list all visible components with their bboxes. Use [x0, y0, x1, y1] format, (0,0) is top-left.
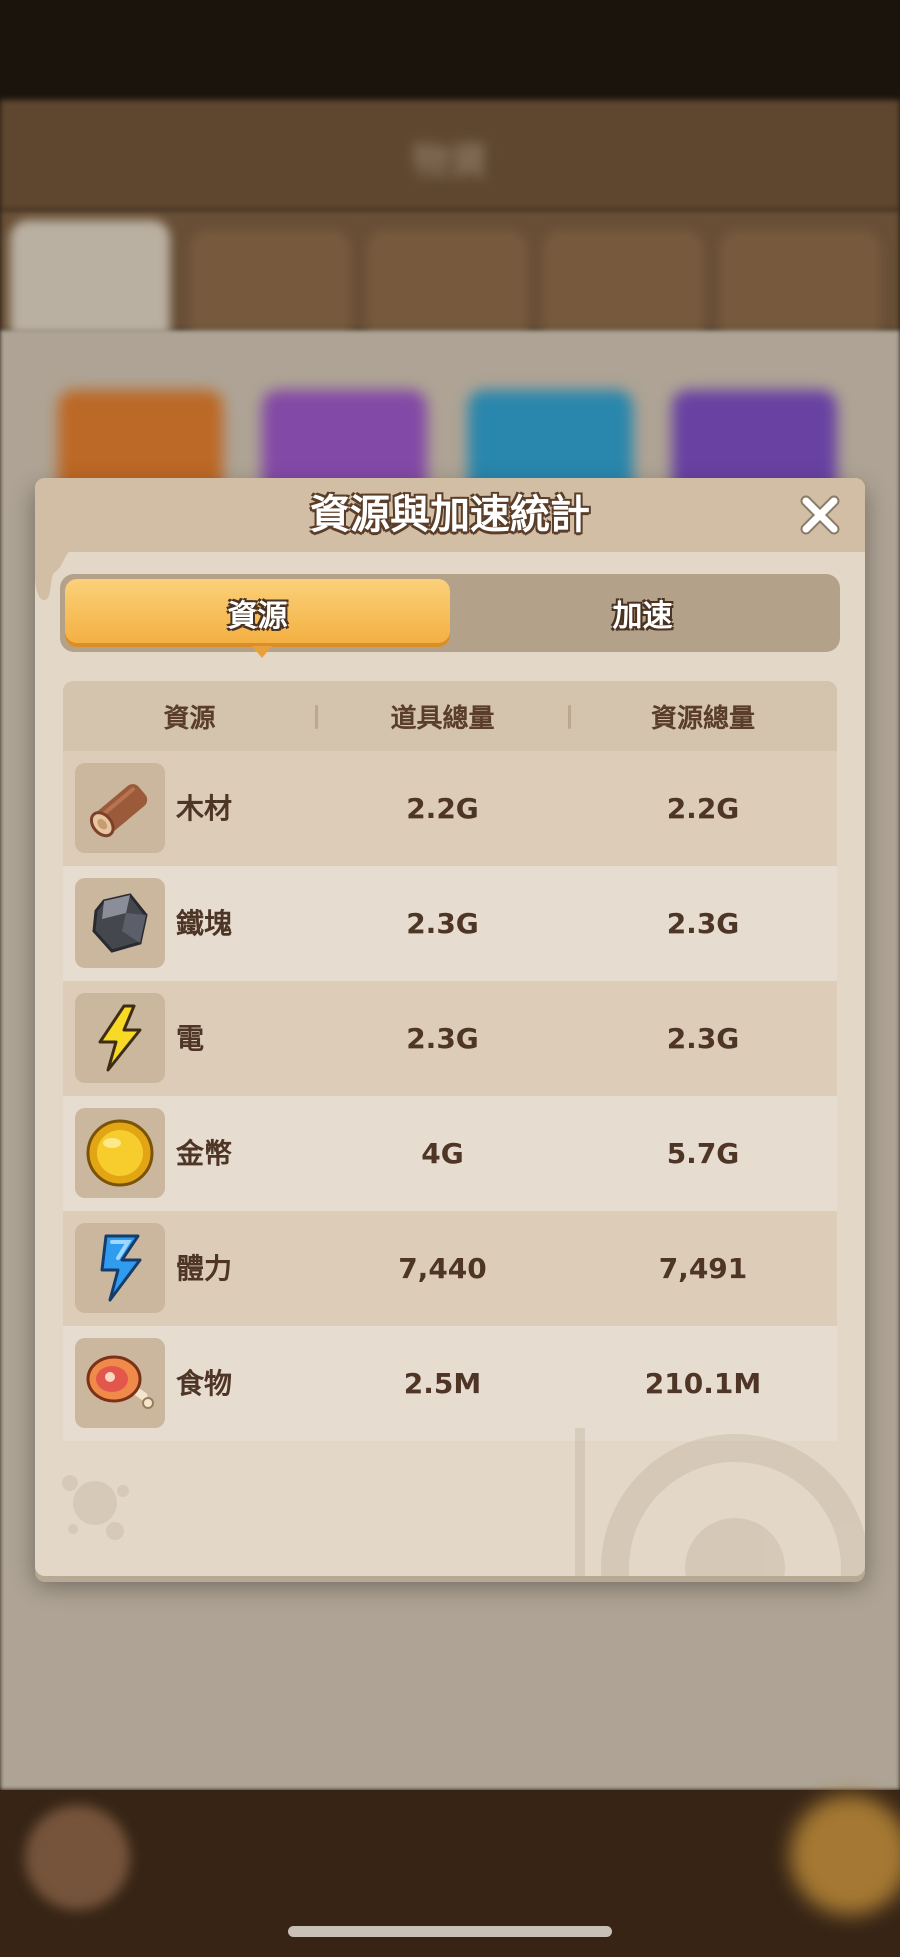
- wood-log-icon: [89, 784, 148, 838]
- resource-name: 體力: [176, 1252, 233, 1285]
- lightning-bolt-icon: [98, 1004, 142, 1072]
- table-header: 資源 道具總量 資源總量: [63, 681, 837, 751]
- table-row: 木材 2.2G 2.2G: [63, 751, 837, 866]
- resource-name: 食物: [176, 1367, 233, 1400]
- resource-total-value: 2.3G: [666, 1022, 740, 1055]
- gold-coin-icon: [86, 1119, 154, 1187]
- resource-name: 電: [176, 1022, 205, 1055]
- header-divider: [568, 705, 571, 729]
- resource-icon-frame: [75, 993, 165, 1083]
- resource-icon-frame: [75, 1108, 165, 1198]
- item-total-value: 7,440: [398, 1252, 487, 1285]
- splat-decoration: [62, 1475, 129, 1540]
- item-total-value: 2.5M: [403, 1367, 482, 1400]
- segmented-control: 資源 加速: [60, 574, 840, 658]
- column-header-resource-total: 資源總量: [650, 703, 755, 734]
- home-indicator[interactable]: [288, 1926, 612, 1937]
- tab-resources[interactable]: 資源: [65, 579, 450, 647]
- item-total-value: 2.3G: [406, 907, 479, 940]
- column-header-resource: 資源: [163, 703, 216, 734]
- table-row: 金幣 4G 5.7G: [63, 1096, 837, 1211]
- item-total-value: 2.3G: [406, 1022, 479, 1055]
- resource-total-value: 7,491: [658, 1252, 748, 1285]
- resource-total-value: 2.2G: [666, 792, 740, 825]
- table-row: 鐵塊 2.3G 2.3G: [63, 866, 837, 981]
- close-button[interactable]: [797, 492, 843, 538]
- resource-name: 木材: [176, 792, 233, 825]
- resource-icon-frame: [75, 763, 165, 853]
- item-total-value: 4G: [421, 1137, 464, 1170]
- resource-icon-frame: [75, 1338, 165, 1428]
- table-row: 體力 7,440 7,491: [63, 1211, 837, 1326]
- iron-ore-icon: [92, 893, 148, 953]
- item-total-value: 2.2G: [406, 792, 479, 825]
- close-icon: [800, 495, 840, 535]
- stamina-bolt-icon: [100, 1234, 142, 1302]
- resource-table: 資源 道具總量 資源總量 木材 2.2G 2.2G 鐵塊 2.3G 2.3G 電…: [63, 681, 837, 1441]
- meat-icon: [86, 1355, 154, 1409]
- column-header-item-total: 道具總量: [390, 703, 495, 734]
- dialog-title: 資源與加速統計: [310, 492, 590, 538]
- header-divider: [315, 705, 318, 729]
- resource-total-value: 2.3G: [666, 907, 740, 940]
- resource-name: 鐵塊: [176, 907, 233, 940]
- resource-stats-dialog: 資源與加速統計 資源 加速 資源 道具總量 資源總量 木材 2.2G 2.2G …: [35, 478, 865, 1576]
- resource-total-value: 5.7G: [666, 1137, 740, 1170]
- table-row: 電 2.3G 2.3G: [63, 981, 837, 1096]
- resource-icon-frame: [75, 1223, 165, 1313]
- tab-speedups[interactable]: 加速: [450, 579, 835, 647]
- emblem-watermark: [575, 1428, 865, 1576]
- resource-icon-frame: [75, 878, 165, 968]
- active-tab-pointer: [252, 646, 272, 658]
- resource-name: 金幣: [176, 1137, 233, 1170]
